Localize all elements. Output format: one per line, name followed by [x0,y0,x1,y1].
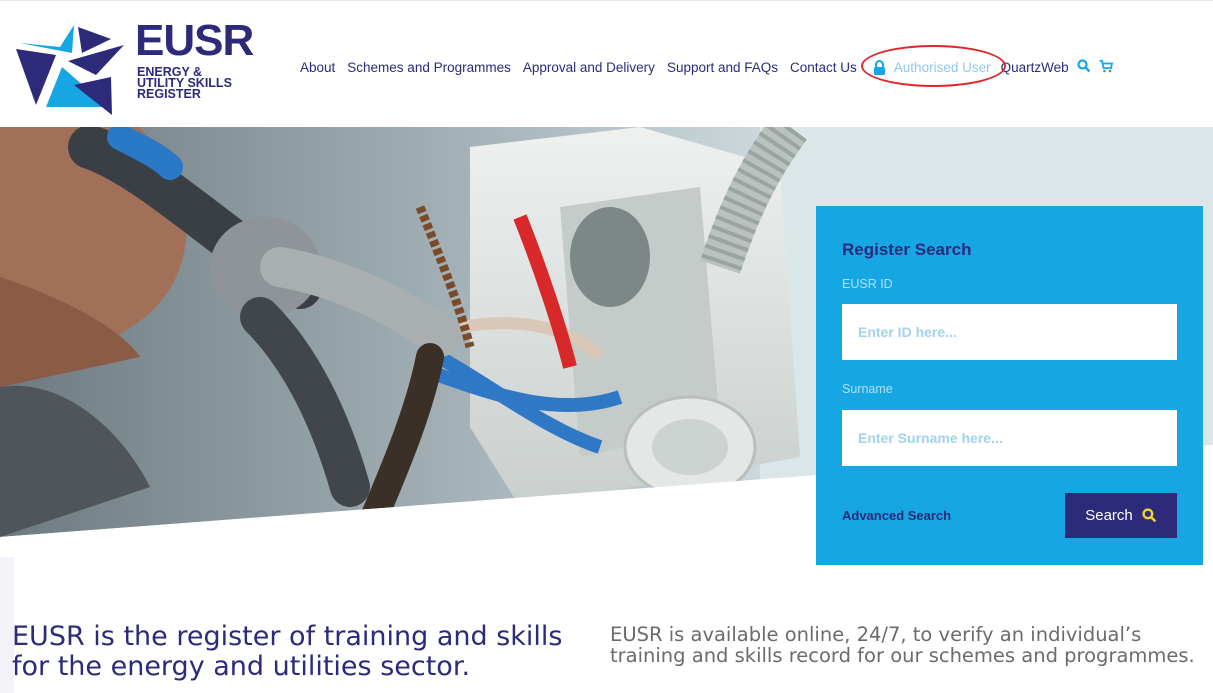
cart-icon[interactable] [1099,59,1113,76]
page-tagline: EUSR is the register of training and ski… [12,621,563,682]
lock-icon [873,60,885,75]
star-logo-icon [16,25,124,115]
nav-approval-and-delivery[interactable]: Approval and Delivery [523,60,655,75]
eusr-id-label: EUSR ID [842,277,893,291]
surname-input[interactable] [842,410,1177,466]
nav-support-and-faqs[interactable]: Support and FAQs [667,60,778,75]
register-search-title: Register Search [842,240,972,259]
eusr-id-input[interactable] [842,304,1177,360]
nav-contact-us[interactable]: Contact Us [790,60,857,75]
search-icon [1142,508,1157,523]
logo-line-3: REGISTER [137,87,201,101]
search-button[interactable]: Search [1065,493,1177,538]
logo-subtitle: ENERGY & UTILITY SKILLS REGISTER [137,66,232,101]
nav-quartzweb[interactable]: QuartzWeb [1001,60,1069,75]
site-header: EUSR ENERGY & UTILITY SKILLS REGISTER Ab… [0,0,1213,127]
search-button-label: Search [1085,507,1133,524]
nav-schemes-and-programmes[interactable]: Schemes and Programmes [347,60,511,75]
surname-label: Surname [842,382,893,396]
logo-wordmark: EUSR [135,16,254,65]
intro-text: EUSR is available online, 24/7, to verif… [610,623,1195,667]
nav-authorised-user[interactable]: Authorised User [860,45,1006,87]
advanced-search-link[interactable]: Advanced Search [842,508,951,523]
nav-about[interactable]: About [300,60,335,75]
search-icon[interactable] [1077,59,1091,76]
register-search-panel: Register Search EUSR ID Surname Advanced… [816,206,1203,565]
eusr-logo[interactable]: EUSR ENERGY & UTILITY SKILLS REGISTER [16,15,254,119]
main-nav: About Schemes and Programmes Approval an… [300,45,1113,87]
